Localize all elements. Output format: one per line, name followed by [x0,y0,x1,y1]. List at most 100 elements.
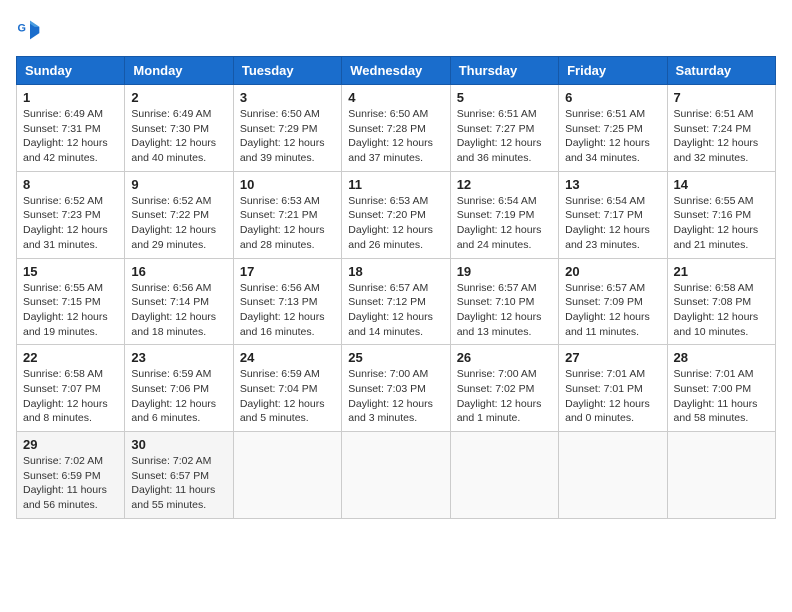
calendar-day-cell: 14 Sunrise: 6:55 AM Sunset: 7:16 PM Dayl… [667,171,775,258]
day-number: 23 [131,350,226,365]
day-info: Sunrise: 7:00 AM Sunset: 7:03 PM Dayligh… [348,367,443,426]
day-info: Sunrise: 6:54 AM Sunset: 7:17 PM Dayligh… [565,194,660,253]
calendar-day-cell: 20 Sunrise: 6:57 AM Sunset: 7:09 PM Dayl… [559,258,667,345]
day-info: Sunrise: 6:50 AM Sunset: 7:28 PM Dayligh… [348,107,443,166]
day-number: 5 [457,90,552,105]
day-of-week-header: Thursday [450,57,558,85]
day-of-week-header: Saturday [667,57,775,85]
day-number: 19 [457,264,552,279]
day-number: 13 [565,177,660,192]
day-number: 17 [240,264,335,279]
calendar-day-cell [667,432,775,519]
day-number: 12 [457,177,552,192]
day-number: 18 [348,264,443,279]
day-of-week-header: Sunday [17,57,125,85]
day-info: Sunrise: 6:58 AM Sunset: 7:08 PM Dayligh… [674,281,769,340]
logo: G [16,16,48,44]
day-number: 3 [240,90,335,105]
day-number: 28 [674,350,769,365]
day-number: 10 [240,177,335,192]
day-of-week-header: Wednesday [342,57,450,85]
calendar-day-cell: 22 Sunrise: 6:58 AM Sunset: 7:07 PM Dayl… [17,345,125,432]
calendar-day-cell: 9 Sunrise: 6:52 AM Sunset: 7:22 PM Dayli… [125,171,233,258]
calendar-week-row: 29 Sunrise: 7:02 AM Sunset: 6:59 PM Dayl… [17,432,776,519]
day-info: Sunrise: 6:59 AM Sunset: 7:06 PM Dayligh… [131,367,226,426]
day-number: 26 [457,350,552,365]
day-info: Sunrise: 6:51 AM Sunset: 7:27 PM Dayligh… [457,107,552,166]
day-number: 30 [131,437,226,452]
calendar-day-cell: 18 Sunrise: 6:57 AM Sunset: 7:12 PM Dayl… [342,258,450,345]
day-number: 14 [674,177,769,192]
day-number: 20 [565,264,660,279]
day-of-week-header: Friday [559,57,667,85]
calendar-day-cell: 28 Sunrise: 7:01 AM Sunset: 7:00 PM Dayl… [667,345,775,432]
day-info: Sunrise: 6:58 AM Sunset: 7:07 PM Dayligh… [23,367,118,426]
day-info: Sunrise: 6:53 AM Sunset: 7:21 PM Dayligh… [240,194,335,253]
calendar-day-cell: 11 Sunrise: 6:53 AM Sunset: 7:20 PM Dayl… [342,171,450,258]
day-info: Sunrise: 7:01 AM Sunset: 7:01 PM Dayligh… [565,367,660,426]
day-info: Sunrise: 6:56 AM Sunset: 7:13 PM Dayligh… [240,281,335,340]
day-number: 11 [348,177,443,192]
day-number: 24 [240,350,335,365]
day-info: Sunrise: 7:02 AM Sunset: 6:57 PM Dayligh… [131,454,226,513]
calendar-day-cell: 1 Sunrise: 6:49 AM Sunset: 7:31 PM Dayli… [17,85,125,172]
day-info: Sunrise: 7:01 AM Sunset: 7:00 PM Dayligh… [674,367,769,426]
calendar-day-cell: 4 Sunrise: 6:50 AM Sunset: 7:28 PM Dayli… [342,85,450,172]
day-number: 16 [131,264,226,279]
day-info: Sunrise: 6:49 AM Sunset: 7:31 PM Dayligh… [23,107,118,166]
calendar-day-cell: 15 Sunrise: 6:55 AM Sunset: 7:15 PM Dayl… [17,258,125,345]
day-number: 15 [23,264,118,279]
calendar-day-cell: 3 Sunrise: 6:50 AM Sunset: 7:29 PM Dayli… [233,85,341,172]
calendar-day-cell: 26 Sunrise: 7:00 AM Sunset: 7:02 PM Dayl… [450,345,558,432]
day-info: Sunrise: 6:57 AM Sunset: 7:09 PM Dayligh… [565,281,660,340]
calendar-day-cell: 24 Sunrise: 6:59 AM Sunset: 7:04 PM Dayl… [233,345,341,432]
calendar-day-cell: 7 Sunrise: 6:51 AM Sunset: 7:24 PM Dayli… [667,85,775,172]
day-info: Sunrise: 6:50 AM Sunset: 7:29 PM Dayligh… [240,107,335,166]
day-number: 1 [23,90,118,105]
day-number: 8 [23,177,118,192]
calendar-day-cell: 2 Sunrise: 6:49 AM Sunset: 7:30 PM Dayli… [125,85,233,172]
day-info: Sunrise: 6:57 AM Sunset: 7:10 PM Dayligh… [457,281,552,340]
calendar-day-cell: 29 Sunrise: 7:02 AM Sunset: 6:59 PM Dayl… [17,432,125,519]
day-number: 9 [131,177,226,192]
calendar-day-cell [233,432,341,519]
calendar-day-cell: 25 Sunrise: 7:00 AM Sunset: 7:03 PM Dayl… [342,345,450,432]
day-info: Sunrise: 6:49 AM Sunset: 7:30 PM Dayligh… [131,107,226,166]
logo-icon: G [16,16,44,44]
calendar-day-cell: 30 Sunrise: 7:02 AM Sunset: 6:57 PM Dayl… [125,432,233,519]
calendar-day-cell: 21 Sunrise: 6:58 AM Sunset: 7:08 PM Dayl… [667,258,775,345]
day-number: 4 [348,90,443,105]
day-number: 21 [674,264,769,279]
day-info: Sunrise: 6:56 AM Sunset: 7:14 PM Dayligh… [131,281,226,340]
calendar-day-cell [450,432,558,519]
calendar-week-row: 8 Sunrise: 6:52 AM Sunset: 7:23 PM Dayli… [17,171,776,258]
calendar-week-row: 1 Sunrise: 6:49 AM Sunset: 7:31 PM Dayli… [17,85,776,172]
svg-text:G: G [18,23,26,35]
day-info: Sunrise: 6:52 AM Sunset: 7:23 PM Dayligh… [23,194,118,253]
day-number: 27 [565,350,660,365]
day-number: 25 [348,350,443,365]
day-number: 29 [23,437,118,452]
day-number: 7 [674,90,769,105]
calendar-table: SundayMondayTuesdayWednesdayThursdayFrid… [16,56,776,519]
calendar-day-cell: 5 Sunrise: 6:51 AM Sunset: 7:27 PM Dayli… [450,85,558,172]
day-info: Sunrise: 6:54 AM Sunset: 7:19 PM Dayligh… [457,194,552,253]
day-of-week-header: Monday [125,57,233,85]
day-of-week-header: Tuesday [233,57,341,85]
day-info: Sunrise: 6:51 AM Sunset: 7:25 PM Dayligh… [565,107,660,166]
day-info: Sunrise: 7:02 AM Sunset: 6:59 PM Dayligh… [23,454,118,513]
day-number: 22 [23,350,118,365]
calendar-day-cell: 12 Sunrise: 6:54 AM Sunset: 7:19 PM Dayl… [450,171,558,258]
day-info: Sunrise: 6:57 AM Sunset: 7:12 PM Dayligh… [348,281,443,340]
day-info: Sunrise: 6:55 AM Sunset: 7:16 PM Dayligh… [674,194,769,253]
calendar-day-cell: 6 Sunrise: 6:51 AM Sunset: 7:25 PM Dayli… [559,85,667,172]
calendar-header-row: SundayMondayTuesdayWednesdayThursdayFrid… [17,57,776,85]
calendar-day-cell: 8 Sunrise: 6:52 AM Sunset: 7:23 PM Dayli… [17,171,125,258]
day-number: 2 [131,90,226,105]
calendar-day-cell: 27 Sunrise: 7:01 AM Sunset: 7:01 PM Dayl… [559,345,667,432]
calendar-day-cell [559,432,667,519]
day-info: Sunrise: 6:53 AM Sunset: 7:20 PM Dayligh… [348,194,443,253]
calendar-day-cell: 10 Sunrise: 6:53 AM Sunset: 7:21 PM Dayl… [233,171,341,258]
calendar-day-cell: 19 Sunrise: 6:57 AM Sunset: 7:10 PM Dayl… [450,258,558,345]
calendar-week-row: 22 Sunrise: 6:58 AM Sunset: 7:07 PM Dayl… [17,345,776,432]
